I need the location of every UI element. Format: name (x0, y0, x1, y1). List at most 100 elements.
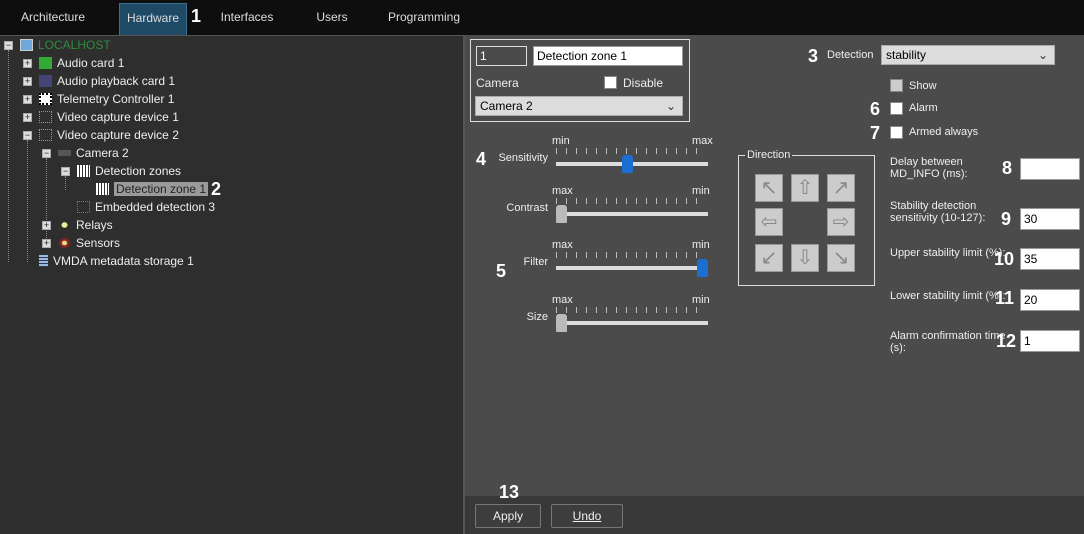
tree-item-embedded-detection[interactable]: Embedded detection 3 (77, 198, 215, 216)
size-ticks (556, 307, 706, 313)
camera-label: Camera (476, 76, 519, 90)
sensitivity-slider-thumb[interactable] (622, 155, 633, 173)
marker-2: 2 (211, 179, 222, 199)
tree-item-video-capture-1[interactable]: Video capture device 1 (39, 108, 179, 126)
contrast-left-label: max (552, 185, 573, 197)
size-slider-thumb[interactable] (556, 314, 567, 332)
audio-playback-icon (39, 75, 52, 87)
size-slider-track[interactable] (556, 321, 708, 325)
filter-slider-track[interactable] (556, 266, 708, 270)
marker-7: 7 (870, 123, 881, 143)
expand-toggle[interactable]: + (23, 77, 32, 86)
show-label: Show (909, 80, 937, 92)
arrow-up-right-icon[interactable]: ↗ (827, 174, 855, 202)
marker-10: 10 (994, 249, 1015, 269)
undo-button[interactable]: Undo (551, 504, 623, 528)
video-capture-icon (39, 111, 52, 123)
apply-button[interactable]: Apply (475, 504, 541, 528)
marker-5: 5 (496, 261, 507, 281)
disable-checkbox[interactable] (604, 76, 617, 89)
tree-item-vmda-storage[interactable]: VMDA metadata storage 1 (39, 252, 194, 270)
armed-always-label: Armed always (909, 126, 979, 138)
marker-6: 6 (870, 99, 881, 119)
disable-label: Disable (623, 76, 664, 90)
delay-label: Delay between MD_INFO (ms): (890, 156, 968, 180)
tab-users[interactable]: Users (305, 3, 359, 35)
marker-1: 1 (191, 6, 202, 26)
tree-item-detection-zone-1[interactable]: Detection zone 1 (96, 180, 209, 198)
arrow-up-icon[interactable]: ⇧ (791, 174, 819, 202)
tree-item-camera-2[interactable]: Camera 2 (58, 144, 129, 162)
alarm-label: Alarm (909, 102, 938, 114)
lower-limit-input[interactable] (1020, 289, 1080, 311)
upper-limit-input[interactable] (1020, 248, 1080, 270)
tree-item-sensors[interactable]: Sensors (58, 234, 120, 252)
sensitivity-label: Sensitivity (498, 152, 548, 164)
expand-toggle[interactable]: + (42, 221, 51, 230)
zone-id-input[interactable] (476, 46, 527, 66)
tree-item-relays[interactable]: Relays (58, 216, 113, 234)
collapse-toggle[interactable]: − (4, 41, 13, 50)
size-left-label: max (552, 294, 573, 306)
tree-item-telemetry-controller[interactable]: Telemetry Controller 1 (39, 90, 174, 108)
arrow-right-icon[interactable]: ⇨ (827, 208, 855, 236)
delay-input[interactable] (1020, 158, 1080, 180)
tab-programming[interactable]: Programming (385, 3, 463, 35)
arrow-up-left-icon[interactable]: ↖ (755, 174, 783, 202)
sensitivity-right-label: max (692, 135, 713, 147)
alarm-confirmation-input[interactable] (1020, 330, 1080, 352)
expand-toggle[interactable]: + (23, 59, 32, 68)
contrast-slider-track[interactable] (556, 212, 708, 216)
tab-architecture[interactable]: Architecture (10, 3, 96, 35)
database-icon (39, 255, 48, 267)
expand-toggle[interactable]: + (42, 239, 51, 248)
arrow-left-icon[interactable]: ⇦ (755, 208, 783, 236)
size-label: Size (526, 311, 548, 323)
relay-icon (58, 219, 71, 231)
arrow-down-icon[interactable]: ⇩ (791, 244, 819, 272)
collapse-toggle[interactable]: − (61, 167, 70, 176)
tree-item-detection-zones[interactable]: Detection zones (77, 162, 181, 180)
filter-slider-thumb[interactable] (697, 259, 708, 277)
expand-toggle[interactable]: + (23, 113, 32, 122)
tree-item-audio-card[interactable]: Audio card 1 (39, 54, 124, 72)
sensitivity-ticks (556, 148, 706, 154)
chevron-down-icon: ⌄ (1037, 48, 1048, 62)
filter-left-label: max (552, 239, 573, 251)
hardware-tree: − LOCALHOST + Audio card 1 + Audio playb… (0, 35, 465, 534)
filter-ticks (556, 252, 706, 258)
tree-item-audio-playback-card[interactable]: Audio playback card 1 (39, 72, 175, 90)
zone-name-input[interactable] (533, 46, 683, 66)
stability-sensitivity-label: Stability detection sensitivity (10-127): (890, 200, 986, 224)
show-checkbox[interactable] (890, 79, 903, 92)
arrow-down-left-icon[interactable]: ↙ (755, 244, 783, 272)
detection-type-select[interactable]: stability ⌄ (881, 45, 1055, 65)
grid-icon (96, 183, 109, 195)
sensor-icon (58, 237, 71, 249)
armed-always-checkbox[interactable] (890, 126, 903, 139)
collapse-toggle[interactable]: − (23, 131, 32, 140)
collapse-toggle[interactable]: − (42, 149, 51, 158)
alarm-checkbox[interactable] (890, 102, 903, 115)
tab-hardware[interactable]: Hardware (119, 3, 187, 35)
filter-right-label: min (692, 239, 710, 251)
marker-8: 8 (1002, 158, 1013, 178)
telemetry-icon (39, 93, 52, 105)
contrast-ticks (556, 198, 706, 204)
contrast-right-label: min (692, 185, 710, 197)
tree-item-video-capture-2[interactable]: Video capture device 2 (39, 126, 179, 144)
contrast-slider-thumb[interactable] (556, 205, 567, 223)
stability-sensitivity-input[interactable] (1020, 208, 1080, 230)
marker-3: 3 (808, 46, 819, 66)
expand-toggle[interactable]: + (23, 95, 32, 104)
marker-9: 9 (1001, 209, 1012, 229)
top-tab-bar: Architecture Hardware Interfaces Users P… (0, 0, 1084, 35)
detector-icon (77, 201, 90, 213)
tree-item-localhost[interactable]: LOCALHOST (20, 36, 111, 54)
audio-card-icon (39, 57, 52, 69)
upper-limit-label: Upper stability limit (%): (890, 247, 1006, 259)
arrow-down-right-icon[interactable]: ↘ (827, 244, 855, 272)
video-capture-icon (39, 129, 52, 141)
camera-select[interactable]: Camera 2 ⌄ (475, 96, 683, 116)
tab-interfaces[interactable]: Interfaces (210, 3, 284, 35)
